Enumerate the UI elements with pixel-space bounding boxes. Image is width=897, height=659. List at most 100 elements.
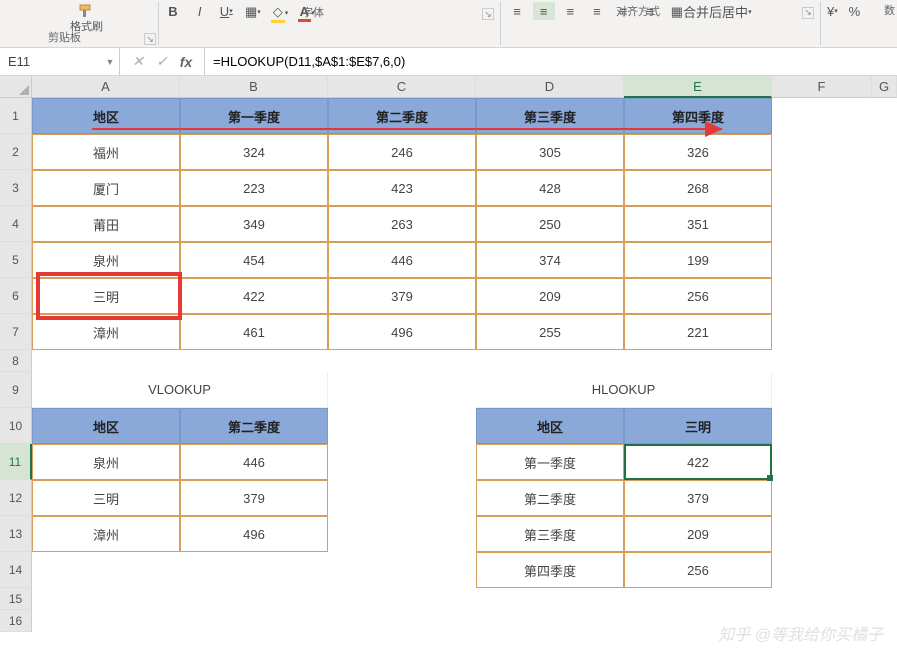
cell[interactable]: 地区 <box>32 98 180 134</box>
row-header-11[interactable]: 11 <box>0 444 32 480</box>
col-header-G[interactable]: G <box>872 76 897 98</box>
cell[interactable]: 496 <box>328 314 476 350</box>
cell[interactable]: 428 <box>476 170 624 206</box>
align-top-button[interactable]: ≡ <box>506 2 528 20</box>
cell[interactable]: 三明 <box>32 480 180 516</box>
row-header-4[interactable]: 4 <box>0 206 32 242</box>
cell[interactable]: 326 <box>624 134 772 170</box>
align-middle-button[interactable]: ≡ <box>533 2 555 20</box>
cell[interactable]: 423 <box>328 170 476 206</box>
confirm-icon[interactable]: ✓ <box>150 53 174 70</box>
cell[interactable]: 三明 <box>32 278 180 314</box>
name-box-input[interactable] <box>0 54 101 69</box>
cell[interactable]: 第二季度 <box>328 98 476 134</box>
cell[interactable]: 379 <box>624 480 772 516</box>
cell[interactable]: 223 <box>180 170 328 206</box>
cell[interactable]: 422 <box>180 278 328 314</box>
row-header-15[interactable]: 15 <box>0 588 32 610</box>
cell[interactable]: 324 <box>180 134 328 170</box>
merge-center-button[interactable]: ▦ 合并后居中 ▾ <box>666 3 757 21</box>
align-dialog-launcher[interactable]: ↘ <box>802 7 814 19</box>
cell[interactable]: 地区 <box>32 408 180 444</box>
row-header-10[interactable]: 10 <box>0 408 32 444</box>
row-header-13[interactable]: 13 <box>0 516 32 552</box>
cancel-icon[interactable]: ✕ <box>126 53 150 70</box>
row-header-16[interactable]: 16 <box>0 610 32 632</box>
row-header-3[interactable]: 3 <box>0 170 32 206</box>
cell[interactable]: 305 <box>476 134 624 170</box>
cell[interactable]: 厦门 <box>32 170 180 206</box>
cell[interactable]: 221 <box>624 314 772 350</box>
row-headers[interactable]: 12345678910111213141516 <box>0 98 32 632</box>
row-header-14[interactable]: 14 <box>0 552 32 588</box>
select-all-button[interactable] <box>0 76 32 98</box>
cell[interactable]: 第四季度 <box>624 98 772 134</box>
cell[interactable]: 第一季度 <box>180 98 328 134</box>
col-header-A[interactable]: A <box>32 76 180 98</box>
fx-icon[interactable]: fx <box>174 54 198 70</box>
cell[interactable]: 379 <box>328 278 476 314</box>
cell[interactable]: 263 <box>328 206 476 242</box>
col-header-C[interactable]: C <box>328 76 476 98</box>
align-bottom-button[interactable]: ≡ <box>559 2 581 20</box>
border-button[interactable]: ▦▾ <box>242 3 264 21</box>
row-header-5[interactable]: 5 <box>0 242 32 278</box>
cell[interactable]: 第四季度 <box>476 552 624 588</box>
name-box-dropdown[interactable]: ▼ <box>101 57 119 67</box>
italic-button[interactable]: I <box>189 2 211 20</box>
cell[interactable]: 泉州 <box>32 444 180 480</box>
col-header-B[interactable]: B <box>180 76 328 98</box>
cell[interactable]: 209 <box>476 278 624 314</box>
col-header-F[interactable]: F <box>772 76 872 98</box>
row-header-1[interactable]: 1 <box>0 98 32 134</box>
col-header-D[interactable]: D <box>476 76 624 98</box>
column-headers[interactable]: ABCDEFG <box>32 76 897 98</box>
cell[interactable]: 255 <box>476 314 624 350</box>
align-left-button[interactable]: ≡ <box>586 2 608 20</box>
cell[interactable]: 256 <box>624 278 772 314</box>
fill-color-button[interactable]: ◇▾ <box>269 4 291 22</box>
cell[interactable]: 三明 <box>624 408 772 444</box>
cell[interactable]: 莆田 <box>32 206 180 242</box>
percent-button[interactable]: % <box>843 2 865 20</box>
row-header-12[interactable]: 12 <box>0 480 32 516</box>
cell[interactable]: 199 <box>624 242 772 278</box>
cell[interactable]: 379 <box>180 480 328 516</box>
row-header-6[interactable]: 6 <box>0 278 32 314</box>
row-header-7[interactable]: 7 <box>0 314 32 350</box>
cell[interactable]: 268 <box>624 170 772 206</box>
cell[interactable]: 第一季度 <box>476 444 624 480</box>
cell[interactable]: 349 <box>180 206 328 242</box>
spreadsheet-grid[interactable]: ABCDEFG 12345678910111213141516 地区第一季度第二… <box>0 76 897 659</box>
cell[interactable]: 250 <box>476 206 624 242</box>
cell[interactable]: 209 <box>624 516 772 552</box>
row-header-9[interactable]: 9 <box>0 372 32 408</box>
cell[interactable]: 446 <box>180 444 328 480</box>
cell[interactable]: 第三季度 <box>476 98 624 134</box>
cell[interactable]: 第二季度 <box>180 408 328 444</box>
font-dialog-launcher[interactable]: ↘ <box>482 8 494 20</box>
col-header-E[interactable]: E <box>624 76 772 98</box>
cell[interactable]: 256 <box>624 552 772 588</box>
cell[interactable]: 漳州 <box>32 516 180 552</box>
cell[interactable]: 福州 <box>32 134 180 170</box>
cell[interactable]: 泉州 <box>32 242 180 278</box>
cell[interactable]: 第二季度 <box>476 480 624 516</box>
cell[interactable]: 漳州 <box>32 314 180 350</box>
cell[interactable]: 374 <box>476 242 624 278</box>
cell[interactable]: 地区 <box>476 408 624 444</box>
row-header-8[interactable]: 8 <box>0 350 32 372</box>
row-header-2[interactable]: 2 <box>0 134 32 170</box>
cell[interactable]: 422 <box>624 444 772 480</box>
underline-button[interactable]: U▾ <box>215 2 237 20</box>
bold-button[interactable]: B <box>162 2 184 20</box>
formula-input[interactable] <box>205 48 897 75</box>
cell[interactable]: 461 <box>180 314 328 350</box>
clipboard-dialog-launcher[interactable]: ↘ <box>144 33 156 45</box>
cell[interactable]: 第三季度 <box>476 516 624 552</box>
cell[interactable]: 454 <box>180 242 328 278</box>
name-box[interactable]: ▼ <box>0 48 120 75</box>
cell[interactable]: 246 <box>328 134 476 170</box>
cell[interactable]: 496 <box>180 516 328 552</box>
cell[interactable]: 446 <box>328 242 476 278</box>
